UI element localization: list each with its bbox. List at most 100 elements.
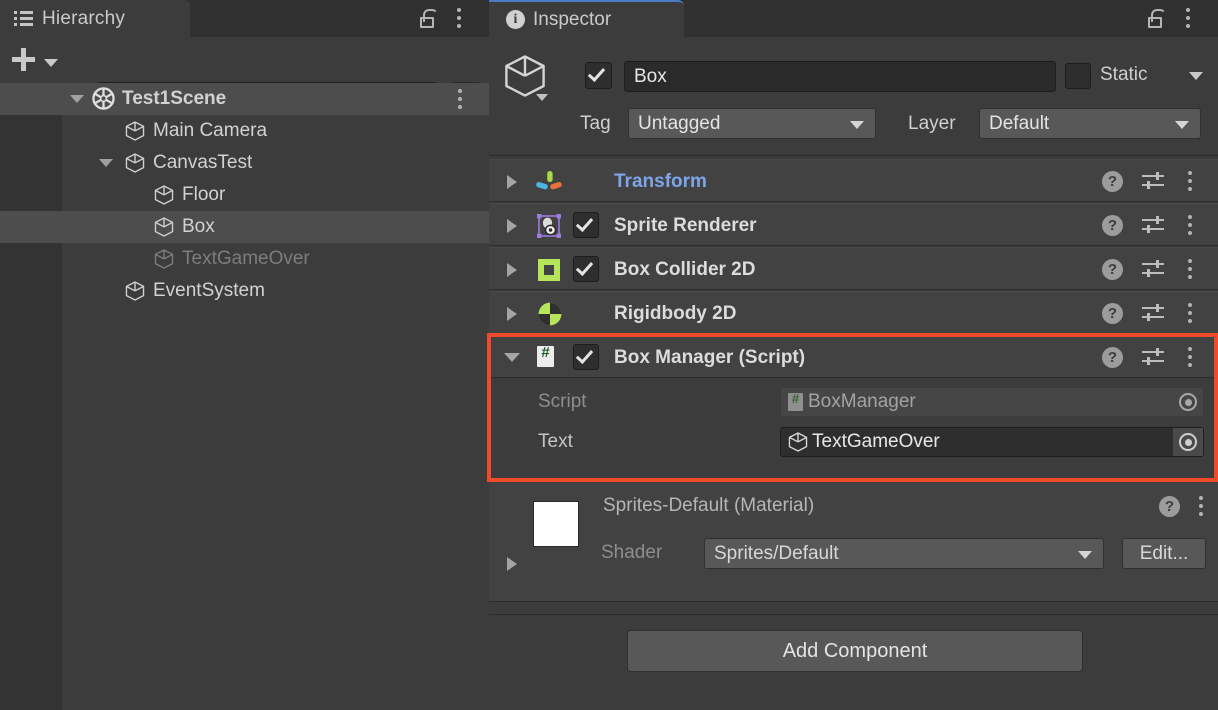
tag-value: Untagged — [638, 113, 720, 135]
add-component-button[interactable]: Add Component — [627, 630, 1083, 672]
material-section: Sprites-Default (Material) ? Shader Spri… — [489, 482, 1218, 601]
tree-item-box[interactable]: Box — [0, 211, 489, 243]
material-edit-label: Edit... — [1140, 543, 1189, 565]
gameobject-cube-icon — [153, 216, 175, 238]
info-circle-icon: i — [506, 10, 525, 29]
rigidbody-kebab-menu-icon[interactable] — [1188, 303, 1193, 324]
rigidbody-fold-right-icon[interactable] — [507, 307, 517, 321]
inspector-tabbar: i Inspector — [489, 0, 1218, 37]
lock-open-icon[interactable] — [420, 9, 438, 29]
tree-item-eventsystem[interactable]: EventSystem — [0, 275, 489, 307]
hierarchy-panel: Hierarchy All — [0, 0, 489, 710]
gameobject-cube-icon — [787, 431, 809, 453]
box-collider-help-icon[interactable]: ? — [1102, 259, 1123, 280]
transform-preset-sliders-icon[interactable] — [1142, 172, 1164, 190]
tree-item-label: EventSystem — [153, 280, 265, 302]
component-row-box-collider-2d[interactable]: Box Collider 2D ? — [489, 247, 1218, 290]
gameobject-name-value: Box — [634, 66, 667, 88]
component-row-rigidbody-2d[interactable]: Rigidbody 2D ? — [489, 291, 1218, 334]
rigidbody-help-icon[interactable]: ? — [1102, 303, 1123, 324]
material-kebab-menu-icon[interactable] — [1199, 496, 1204, 517]
box-manager-kebab-menu-icon[interactable] — [1188, 347, 1193, 368]
box-collider-preset-sliders-icon[interactable] — [1142, 260, 1164, 278]
shader-dropdown[interactable]: Sprites/Default — [704, 538, 1104, 569]
cs-script-icon — [788, 393, 803, 411]
text-object-picker-icon[interactable] — [1173, 428, 1203, 456]
tree-item-scene[interactable]: Test1Scene — [0, 83, 489, 115]
gameobject-cube-icon — [124, 280, 146, 302]
shader-value: Sprites/Default — [714, 543, 839, 565]
tree-item-label: Main Camera — [153, 120, 267, 142]
canvastest-twisty-down-icon[interactable] — [99, 159, 113, 167]
tree-item-floor[interactable]: Floor — [0, 179, 489, 211]
section-divider — [489, 601, 1218, 602]
box-collider-fold-right-icon[interactable] — [507, 263, 517, 277]
tab-inspector[interactable]: i Inspector — [489, 0, 684, 37]
transform-fold-right-icon[interactable] — [507, 175, 517, 189]
tree-item-label: Test1Scene — [122, 88, 226, 110]
sprite-renderer-kebab-menu-icon[interactable] — [1188, 215, 1193, 236]
unity-editor-window: Hierarchy All — [0, 0, 1218, 710]
sprite-renderer-preset-sliders-icon[interactable] — [1142, 216, 1164, 234]
text-object-field[interactable]: TextGameOver — [780, 427, 1204, 457]
scene-twisty-down-icon[interactable] — [70, 95, 84, 103]
box-collider-kebab-menu-icon[interactable] — [1188, 259, 1193, 280]
box-collider-enabled-checkbox[interactable] — [573, 256, 599, 282]
hierarchy-tab-label: Hierarchy — [42, 8, 125, 30]
transform-axis-icon — [535, 168, 563, 196]
gameobject-cube-icon — [501, 52, 549, 104]
inspector-panel: i Inspector Box Static Tag — [489, 0, 1218, 710]
tree-item-label: Floor — [182, 184, 225, 206]
material-fold-right-icon[interactable] — [507, 557, 517, 571]
tab-hierarchy[interactable]: Hierarchy — [0, 0, 190, 37]
sprite-renderer-fold-right-icon[interactable] — [507, 219, 517, 233]
layer-chevron-down-icon — [1175, 121, 1189, 129]
layer-dropdown[interactable]: Default — [979, 108, 1201, 139]
text-value: TextGameOver — [812, 431, 940, 453]
box-manager-enabled-checkbox[interactable] — [573, 344, 599, 370]
add-gameobject-plus-icon[interactable] — [10, 46, 40, 74]
component-row-transform[interactable]: Transform ? — [489, 159, 1218, 202]
box-manager-help-icon[interactable]: ? — [1102, 347, 1123, 368]
scene-row-kebab-menu-icon[interactable] — [458, 89, 463, 110]
box-manager-fold-down-icon[interactable] — [504, 353, 520, 362]
component-name: Rigidbody 2D — [614, 303, 736, 325]
sprite-renderer-help-icon[interactable]: ? — [1102, 215, 1123, 236]
rigidbody-preset-sliders-icon[interactable] — [1142, 304, 1164, 322]
inspector-kebab-menu-icon[interactable] — [1186, 8, 1191, 29]
component-row-sprite-renderer[interactable]: Sprite Renderer ? — [489, 203, 1218, 246]
add-component-label: Add Component — [783, 640, 928, 663]
add-gameobject-chevron-down-icon[interactable] — [44, 59, 58, 67]
gameobject-icon-chevron-down-icon[interactable] — [536, 94, 548, 101]
material-title: Sprites-Default (Material) — [603, 495, 814, 517]
box-manager-preset-sliders-icon[interactable] — [1142, 348, 1164, 366]
script-value: BoxManager — [808, 391, 916, 413]
static-checkbox[interactable] — [1065, 63, 1091, 89]
tree-item-canvastest[interactable]: CanvasTest — [0, 147, 489, 179]
gameobject-name-input[interactable]: Box — [624, 61, 1056, 92]
shader-label: Shader — [601, 542, 662, 564]
material-help-icon[interactable]: ? — [1159, 496, 1180, 517]
transform-help-icon[interactable]: ? — [1102, 171, 1123, 192]
static-chevron-down-icon[interactable] — [1189, 72, 1203, 80]
transform-kebab-menu-icon[interactable] — [1188, 171, 1193, 192]
tag-dropdown[interactable]: Untagged — [628, 108, 876, 139]
component-row-box-manager[interactable]: Box Manager (Script) ? — [489, 335, 1218, 378]
gameobject-cube-icon — [153, 248, 175, 270]
hierarchy-kebab-menu-icon[interactable] — [457, 8, 462, 29]
material-color-swatch[interactable] — [533, 501, 579, 547]
component-name: Box Collider 2D — [614, 259, 755, 281]
text-field-label: Text — [538, 431, 573, 453]
shader-chevron-down-icon — [1078, 551, 1092, 559]
tree-item-label: Box — [182, 216, 215, 238]
gameobject-enabled-checkbox[interactable] — [585, 62, 612, 89]
tree-item-main-camera[interactable]: Main Camera — [0, 115, 489, 147]
script-object-picker-icon — [1173, 388, 1203, 416]
tag-label: Tag — [580, 113, 611, 135]
sprite-renderer-enabled-checkbox[interactable] — [573, 212, 599, 238]
inspector-lock-open-icon[interactable] — [1148, 9, 1166, 29]
tree-item-textgameover[interactable]: TextGameOver — [0, 243, 489, 275]
component-name: Box Manager (Script) — [614, 347, 805, 369]
hierarchy-tabbar: Hierarchy — [0, 0, 489, 37]
material-edit-button[interactable]: Edit... — [1122, 538, 1206, 569]
